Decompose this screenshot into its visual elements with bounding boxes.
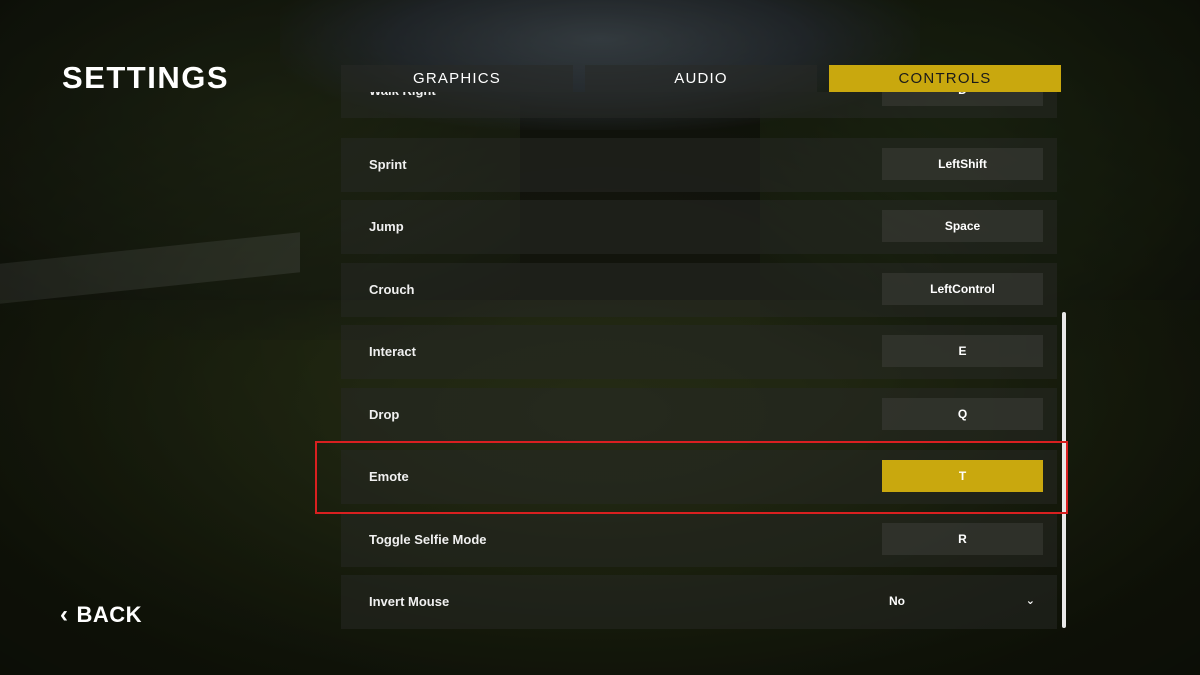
binding-row-walk-right: Walk Right D — [341, 92, 1057, 118]
selection-highlight — [315, 441, 1068, 514]
keybind-button[interactable]: LeftControl — [882, 273, 1043, 305]
binding-label: Sprint — [369, 157, 407, 172]
back-button[interactable]: ‹ BACK — [60, 602, 142, 628]
binding-label: Jump — [369, 219, 404, 234]
page-title: SETTINGS — [62, 60, 230, 95]
setting-row-invert-mouse: Invert Mouse No ⌄ — [341, 575, 1057, 629]
tab-audio[interactable]: AUDIO — [585, 65, 817, 92]
keybind-button[interactable]: Q — [882, 398, 1043, 430]
tab-graphics[interactable]: GRAPHICS — [341, 65, 573, 92]
chevron-down-icon: ⌄ — [1025, 595, 1035, 607]
settings-tabs: GRAPHICS AUDIO CONTROLS — [341, 65, 1061, 92]
controls-list: Walk Right D Sprint LeftShift Jump Space… — [341, 92, 1057, 632]
chevron-left-icon: ‹ — [60, 601, 69, 628]
keybind-button[interactable]: LeftShift — [882, 148, 1043, 180]
binding-label: Walk Right — [369, 92, 436, 118]
binding-row-interact: Interact E — [341, 325, 1057, 379]
dropdown-value: No — [889, 594, 905, 608]
binding-row-sprint: Sprint LeftShift — [341, 138, 1057, 192]
keybind-button[interactable]: D — [882, 92, 1043, 106]
binding-row-toggle-selfie-mode: Toggle Selfie Mode R — [341, 513, 1057, 567]
binding-row-crouch: Crouch LeftControl — [341, 263, 1057, 317]
keybind-button[interactable]: R — [882, 523, 1043, 555]
binding-label: Drop — [369, 407, 400, 422]
binding-label: Interact — [369, 344, 416, 359]
keybind-button[interactable]: Space — [882, 210, 1043, 242]
binding-label: Crouch — [369, 282, 415, 297]
keybind-button[interactable]: E — [882, 335, 1043, 367]
invert-mouse-dropdown[interactable]: No ⌄ — [882, 585, 1043, 617]
binding-row-jump: Jump Space — [341, 200, 1057, 254]
setting-label: Invert Mouse — [369, 594, 450, 609]
tab-controls[interactable]: CONTROLS — [829, 65, 1061, 92]
binding-row-drop: Drop Q — [341, 388, 1057, 442]
back-label: BACK — [76, 602, 143, 627]
binding-label: Toggle Selfie Mode — [369, 532, 487, 547]
